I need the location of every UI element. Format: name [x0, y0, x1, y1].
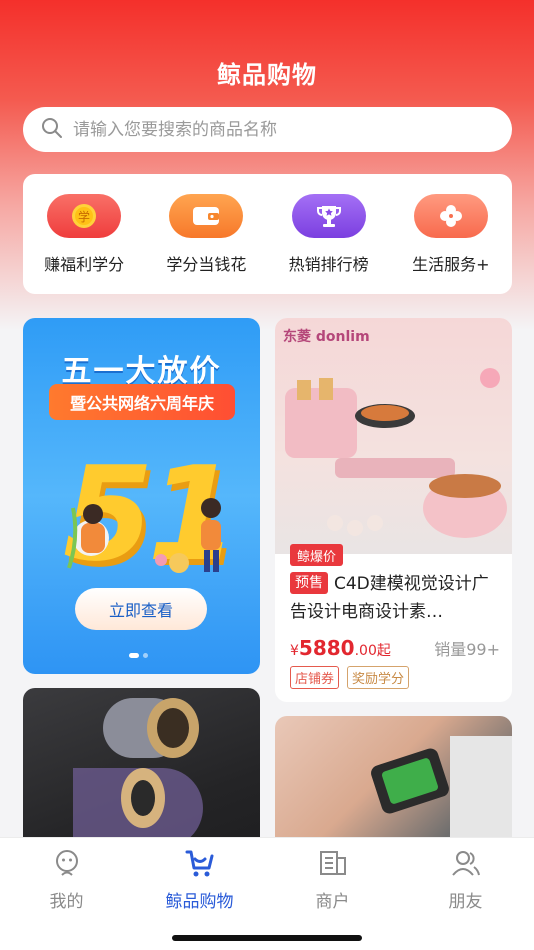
search-input[interactable] — [73, 119, 512, 140]
coupon-tags: 店铺券 奖励学分 — [290, 666, 410, 689]
presale-badge: 预售 — [290, 572, 328, 594]
tab-label: 朋友 — [448, 892, 483, 912]
tab-friends[interactable]: 朋友 — [399, 848, 532, 912]
page-title: 鲸品购物 — [217, 61, 317, 89]
product-photo — [285, 368, 507, 538]
promo-banner[interactable]: 五一大放价 暨公共网络六周年庆 51 立即查看 — [23, 318, 260, 674]
quick-link-bestsellers[interactable]: 热销排行榜 — [269, 194, 389, 294]
product-price: ¥5880.00起 — [290, 636, 391, 660]
svg-text:学: 学 — [78, 209, 90, 224]
tab-label: 我的 — [49, 892, 84, 912]
view-now-button[interactable]: 立即查看 — [75, 588, 207, 630]
product-title: 预售 C4D建模视觉设计广告设计电商设计素… — [290, 570, 502, 626]
tab-shopping[interactable]: 鲸品购物 — [133, 848, 266, 912]
quick-links: 学 赚福利学分 学分当钱花 热销排行榜 生活服务+ — [23, 174, 512, 294]
wallet-icon — [169, 194, 244, 238]
quick-link-life-services[interactable]: 生活服务+ — [391, 194, 511, 294]
trophy-icon — [291, 194, 366, 238]
home-indicator — [172, 935, 362, 941]
search-bar[interactable] — [23, 107, 512, 152]
banner-illustration — [67, 498, 221, 573]
coupon-tag-credits: 奖励学分 — [347, 666, 410, 689]
quick-link-spend-credits[interactable]: 学分当钱花 — [146, 194, 266, 294]
bottom-tab-bar: 我的 鲸品购物 商户 朋友 — [0, 837, 534, 950]
product-card[interactable]: 东菱 donlim 鲸爆价 预售 C4D建模视觉设计广告设计电商设计素… ¥588… — [275, 318, 512, 702]
sales-count: 销量99+ — [434, 640, 500, 659]
hot-price-badge: 鲸爆价 — [290, 544, 344, 566]
price-row: ¥5880.00起 销量99+ — [290, 636, 500, 660]
carousel-dot-active — [129, 653, 139, 658]
tab-label: 商户 — [315, 892, 350, 912]
price-decimal: .00起 — [354, 643, 391, 659]
product-image: 东菱 donlim — [275, 318, 512, 554]
quick-link-label: 赚福利学分 — [44, 255, 125, 274]
shopping-icon — [184, 848, 216, 882]
quick-link-label: 学分当钱花 — [166, 255, 247, 274]
tab-label: 鲸品购物 — [165, 892, 234, 912]
search-icon — [41, 117, 63, 143]
carousel-dot — [143, 653, 148, 658]
friends-icon — [450, 848, 482, 882]
carousel-indicator — [129, 653, 148, 658]
tab-merchant[interactable]: 商户 — [266, 848, 399, 912]
quick-link-label: 生活服务+ — [412, 255, 490, 274]
coupon-tag-shop: 店铺券 — [290, 666, 340, 689]
banner-subtitle: 暨公共网络六周年庆 — [49, 384, 235, 420]
quick-link-label: 热销排行榜 — [288, 255, 369, 274]
price-integer: 5880 — [298, 636, 355, 660]
tab-profile[interactable]: 我的 — [0, 848, 133, 912]
clover-icon — [413, 194, 488, 238]
merchant-icon — [318, 848, 348, 882]
currency-symbol: ¥ — [290, 643, 299, 659]
brand-logo: 东菱 donlim — [283, 329, 370, 345]
profile-icon — [52, 848, 82, 882]
quick-link-earn-credits[interactable]: 学 赚福利学分 — [24, 194, 144, 294]
coin-icon: 学 — [47, 194, 122, 238]
